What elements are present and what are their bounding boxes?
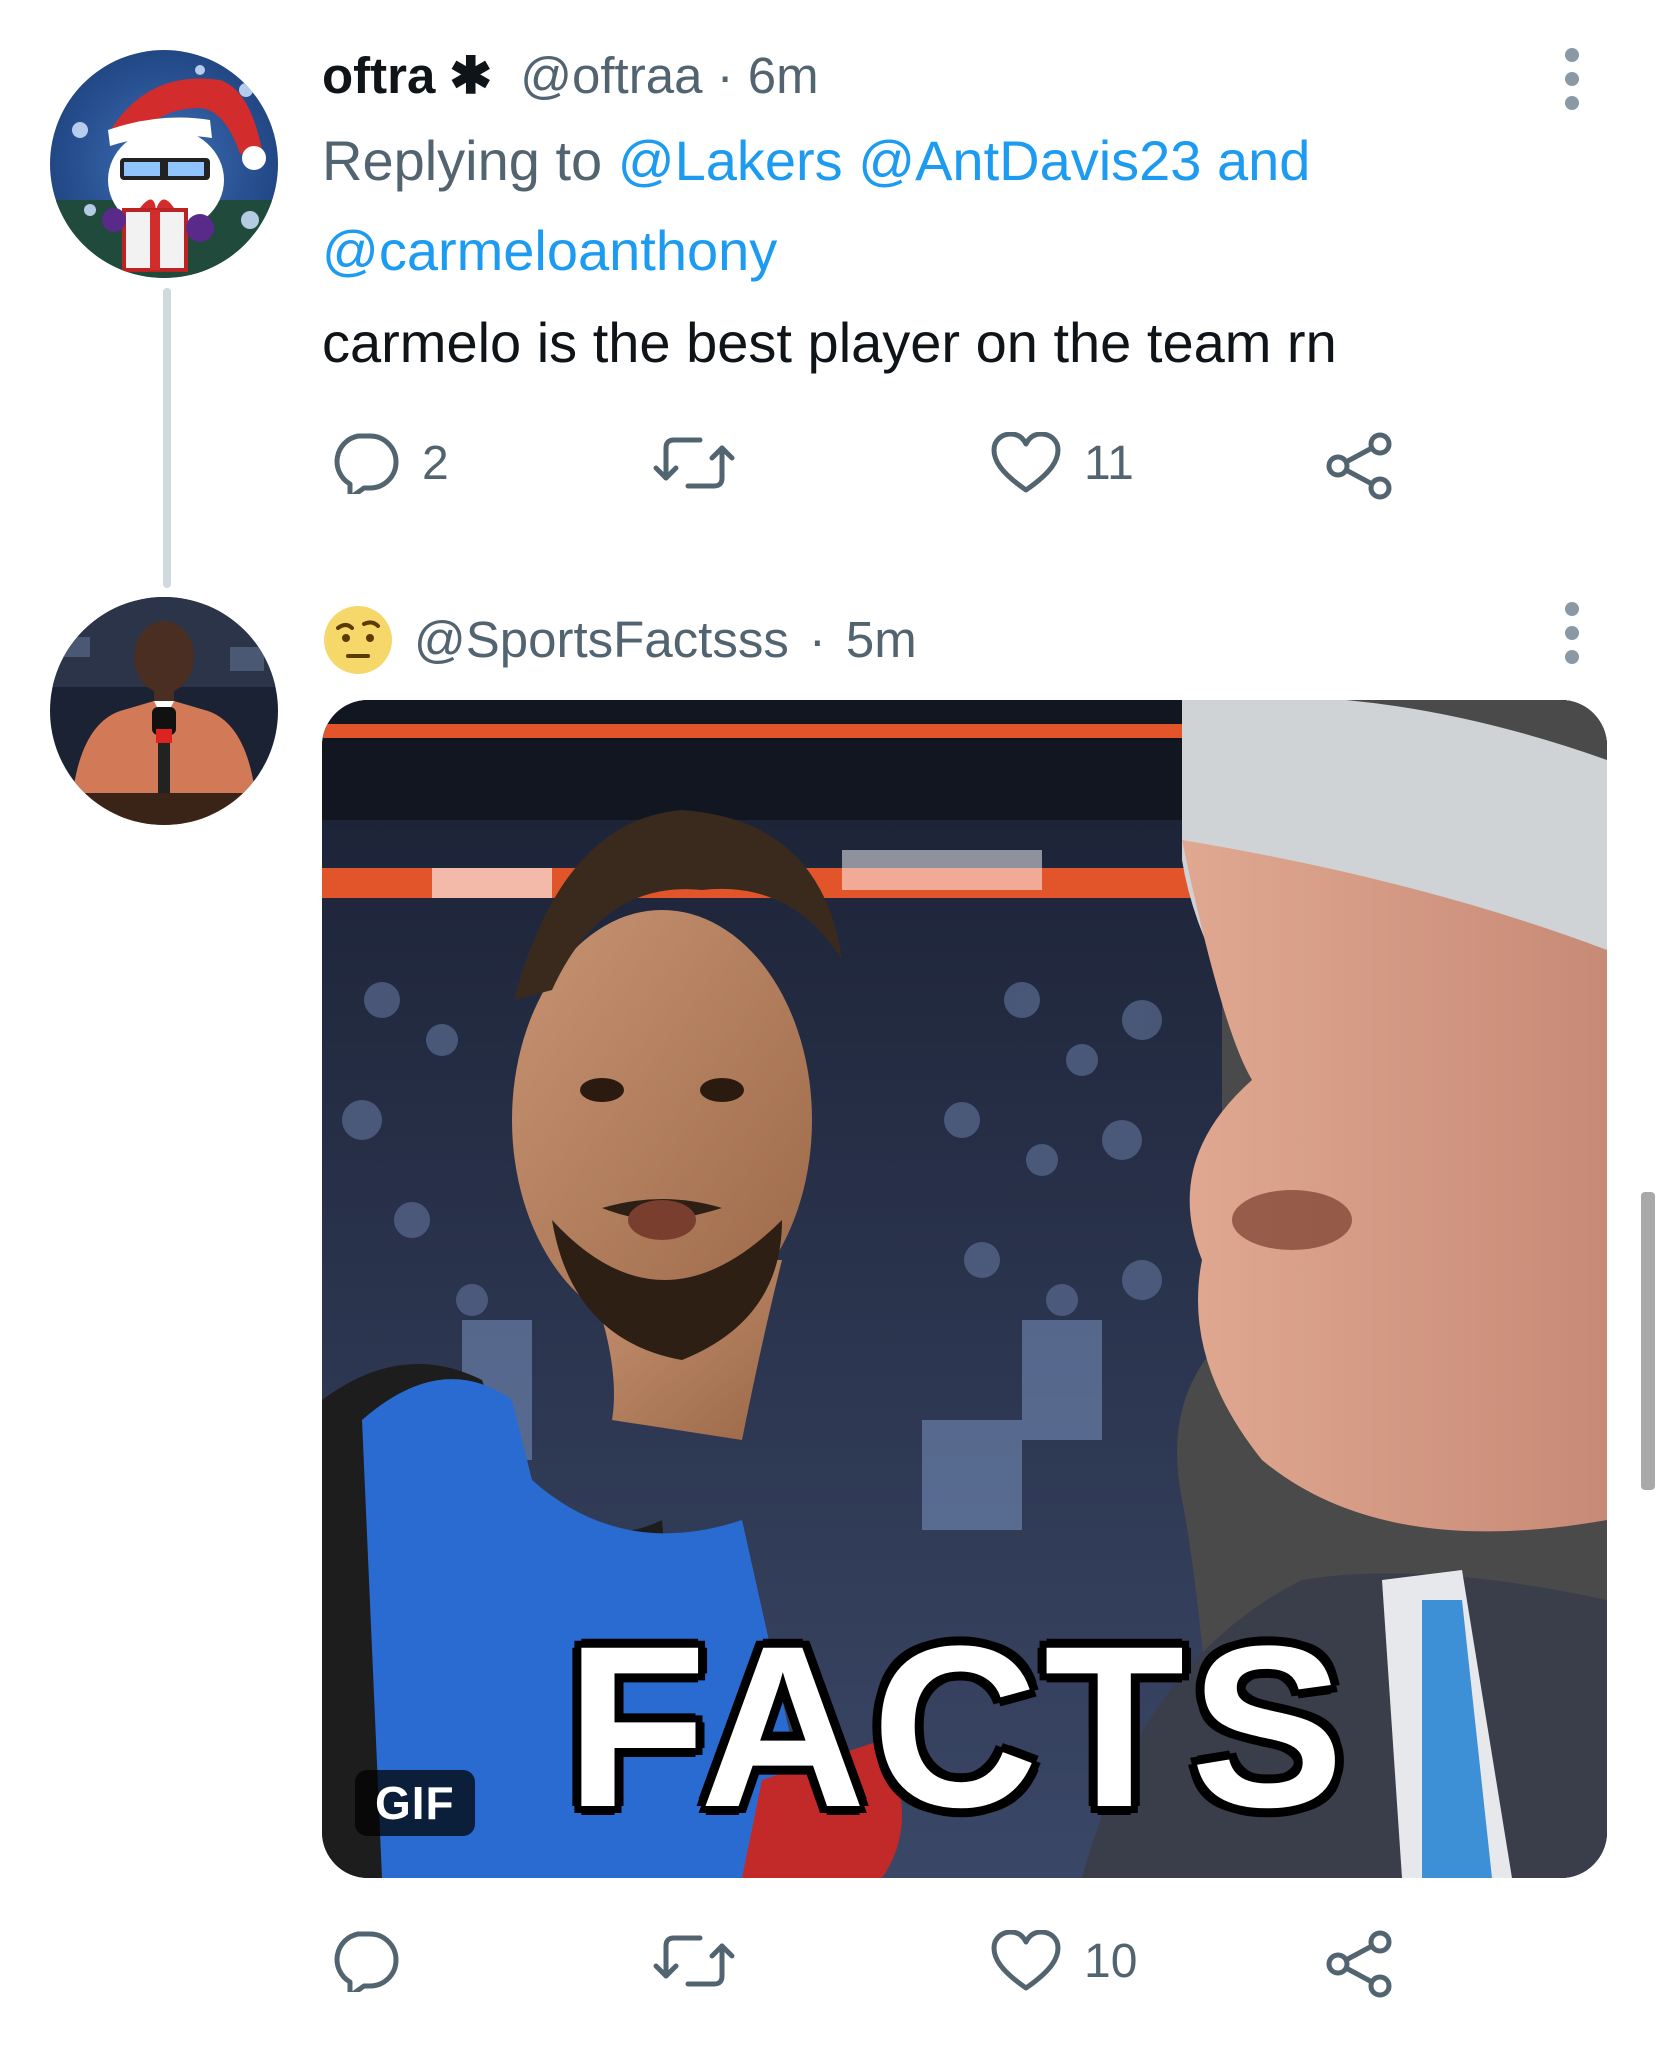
retweet-button[interactable] — [652, 1930, 736, 1992]
share-button[interactable] — [1324, 432, 1396, 500]
like-icon — [991, 1930, 1061, 1991]
timestamp[interactable]: 6m — [748, 47, 819, 104]
thread-line — [163, 288, 171, 588]
avatar[interactable] — [50, 597, 278, 825]
avatar[interactable] — [50, 50, 278, 278]
share-icon — [1326, 432, 1392, 500]
gif-caption: FACTS — [566, 1598, 1350, 1855]
share-button[interactable] — [1324, 1930, 1396, 1998]
display-name[interactable]: oftra — [322, 47, 435, 104]
reply-icon — [334, 433, 399, 494]
more-icon[interactable] — [1565, 48, 1581, 110]
replying-prefix: Replying to — [322, 129, 618, 192]
separator: · — [716, 47, 734, 104]
separator: · — [808, 611, 826, 668]
mention-carmeloanthony[interactable]: @carmeloanthony — [322, 219, 777, 282]
reply-button[interactable] — [328, 1930, 400, 1992]
gif-badge[interactable]: GIF — [355, 1770, 475, 1836]
like-button[interactable]: 11 — [990, 432, 1134, 494]
avatar-image — [50, 597, 278, 825]
handle[interactable]: @SportsFactsss — [414, 610, 789, 670]
retweet-icon — [653, 437, 735, 489]
mention-lakers[interactable]: @Lakers — [618, 129, 843, 192]
like-button[interactable]: 10 — [990, 1930, 1137, 1992]
tweet-header: @SportsFactsss · 5m — [322, 604, 917, 676]
handle[interactable]: @oftraa — [520, 47, 702, 104]
mention-antdavis23[interactable]: @AntDavis23 — [858, 129, 1201, 192]
share-icon — [1326, 1930, 1392, 1998]
timestamp[interactable]: 5m — [846, 610, 917, 670]
replying-to: Replying to @Lakers @AntDavis23 and @car… — [322, 116, 1502, 296]
more-icon[interactable] — [1565, 602, 1581, 664]
reply-count: 2 — [422, 436, 449, 490]
gif-media[interactable]: FACTS GIF — [322, 700, 1607, 1878]
replying-and[interactable]: and — [1217, 129, 1310, 192]
tweet-text: carmelo is the best player on the team r… — [322, 311, 1337, 374]
emoji-icon — [324, 606, 392, 674]
reply-button[interactable]: 2 — [328, 432, 449, 494]
retweet-button[interactable] — [652, 432, 736, 494]
like-count: 11 — [1084, 436, 1134, 490]
like-icon — [991, 432, 1061, 493]
avatar-image — [50, 50, 278, 278]
tweet-header: oftra ✱ @oftraa · 6m — [322, 46, 819, 106]
scrollbar[interactable] — [1641, 1192, 1655, 1490]
retweet-icon — [653, 1935, 735, 1987]
like-count: 10 — [1084, 1934, 1138, 1988]
reply-icon — [334, 1931, 399, 1992]
name-symbol: ✱ — [449, 47, 493, 104]
